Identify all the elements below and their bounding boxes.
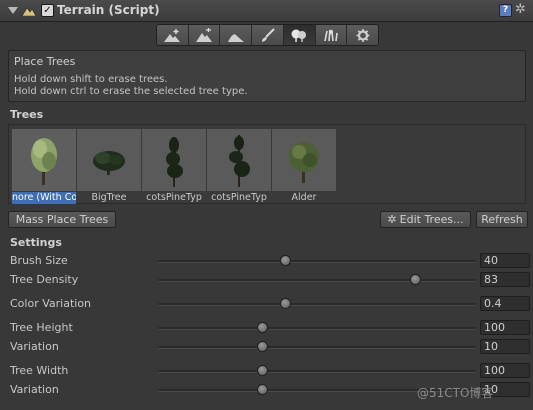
param-label: Tree Density [10,273,79,286]
param-value-field[interactable]: 100 [480,320,530,335]
tree-prototype-item[interactable]: Alder [272,129,336,205]
component-enabled-checkbox[interactable]: ✓ [41,4,54,17]
component-settings-gear-icon[interactable]: ✲ [515,3,526,17]
mass-place-trees-button[interactable]: Mass Place Trees [8,211,116,228]
param-slider-thumb[interactable] [257,384,269,395]
component-title: Terrain (Script) [57,3,160,17]
paint-texture-button[interactable] [252,25,284,45]
param-slider-thumb[interactable] [279,298,291,309]
param-label: Tree Height [10,321,73,334]
param-row-tree-width: Tree Width 100 [0,362,533,380]
tree-prototype-list: nore (With Co BigTree cotsPineTyp cotsPi… [8,124,526,204]
edit-trees-button[interactable]: ✲ Edit Trees... [380,211,471,228]
param-label: Variation [10,383,59,396]
paint-details-icon [324,29,338,41]
trees-section-title: Trees [10,108,44,121]
terrain-settings-icon [356,28,370,42]
terrain-settings-button[interactable] [347,25,378,45]
tree-thumbnail [12,129,76,191]
help-icon[interactable]: ? [499,4,512,17]
place-trees-button[interactable] [283,25,316,45]
tree-prototype-item[interactable]: cotsPineTyp [207,129,271,205]
tree-thumbnail [142,129,206,191]
fold-triangle-icon[interactable] [8,7,18,14]
tree-thumbnail [272,129,336,191]
tree-label: cotsPineTyp [146,192,202,203]
param-row-tree-height: Tree Height 100 [0,319,533,337]
place-trees-icon [291,29,307,42]
param-slider-thumb[interactable] [257,365,269,376]
smooth-height-icon [227,33,244,42]
tree-prototype-item[interactable]: nore (With Co [12,129,76,205]
paint-height-button[interactable] [188,25,221,45]
param-slider-thumb[interactable] [410,274,422,285]
param-value-field[interactable]: 100 [480,363,530,378]
refresh-button[interactable]: Refresh [476,211,528,228]
param-value-field[interactable]: 10 [480,339,530,354]
terrain-tool-toolbar [156,24,379,46]
param-row-height-variation: Variation 10 [0,338,533,356]
tree-thumbnail [77,129,141,191]
tree-prototype-item[interactable]: cotsPineTyp [142,129,206,205]
watermark: @51CTO博客 [417,386,494,400]
param-slider-track[interactable] [158,327,476,330]
param-value-field[interactable]: 40 [480,253,530,268]
param-slider-thumb[interactable] [257,341,269,352]
tool-info-box: Place Trees Hold down shift to erase tre… [8,50,526,102]
paint-height-icon [196,27,213,42]
paint-texture-icon [261,27,275,42]
param-value-field[interactable]: 0.4 [480,296,530,311]
param-label: Variation [10,340,59,353]
tool-info-line: Hold down shift to erase trees. [14,74,168,85]
param-row-color-variation: Color Variation 0.4 [0,295,533,313]
paint-details-button[interactable] [315,25,348,45]
param-slider-thumb[interactable] [257,322,269,333]
component-header: ✓ Terrain (Script) ? ✲ [0,0,533,22]
tree-label: BigTree [91,192,127,203]
param-slider-track[interactable] [158,370,476,373]
param-slider-thumb[interactable] [279,255,291,266]
param-value-field[interactable]: 83 [480,272,530,287]
tree-thumbnail [207,129,271,191]
param-slider-track[interactable] [158,346,476,349]
tree-prototype-item[interactable]: BigTree [77,129,141,205]
param-label: Brush Size [10,254,68,267]
tool-info-line: Hold down ctrl to erase the selected tre… [14,86,248,97]
smooth-height-button[interactable] [220,25,253,45]
param-slider-track[interactable] [158,279,476,282]
tree-label: nore (With Co [12,192,76,204]
tool-info-title: Place Trees [14,55,76,68]
param-label: Tree Width [10,364,69,377]
param-row-tree-density: Tree Density 83 [0,271,533,289]
raise-lower-terrain-button[interactable] [157,25,189,45]
param-slider-track[interactable] [158,303,476,306]
settings-section-title: Settings [10,236,62,249]
terrain-icon [22,7,36,16]
param-label: Color Variation [10,297,92,310]
edit-trees-label: Edit Trees... [399,213,464,226]
raise-lower-terrain-icon [164,28,181,42]
param-slider-track[interactable] [158,260,476,263]
tree-label: cotsPineTyp [211,192,267,203]
gear-icon: ✲ [387,213,397,226]
tree-label: Alder [291,192,317,203]
param-row-brush-size: Brush Size 40 [0,252,533,270]
